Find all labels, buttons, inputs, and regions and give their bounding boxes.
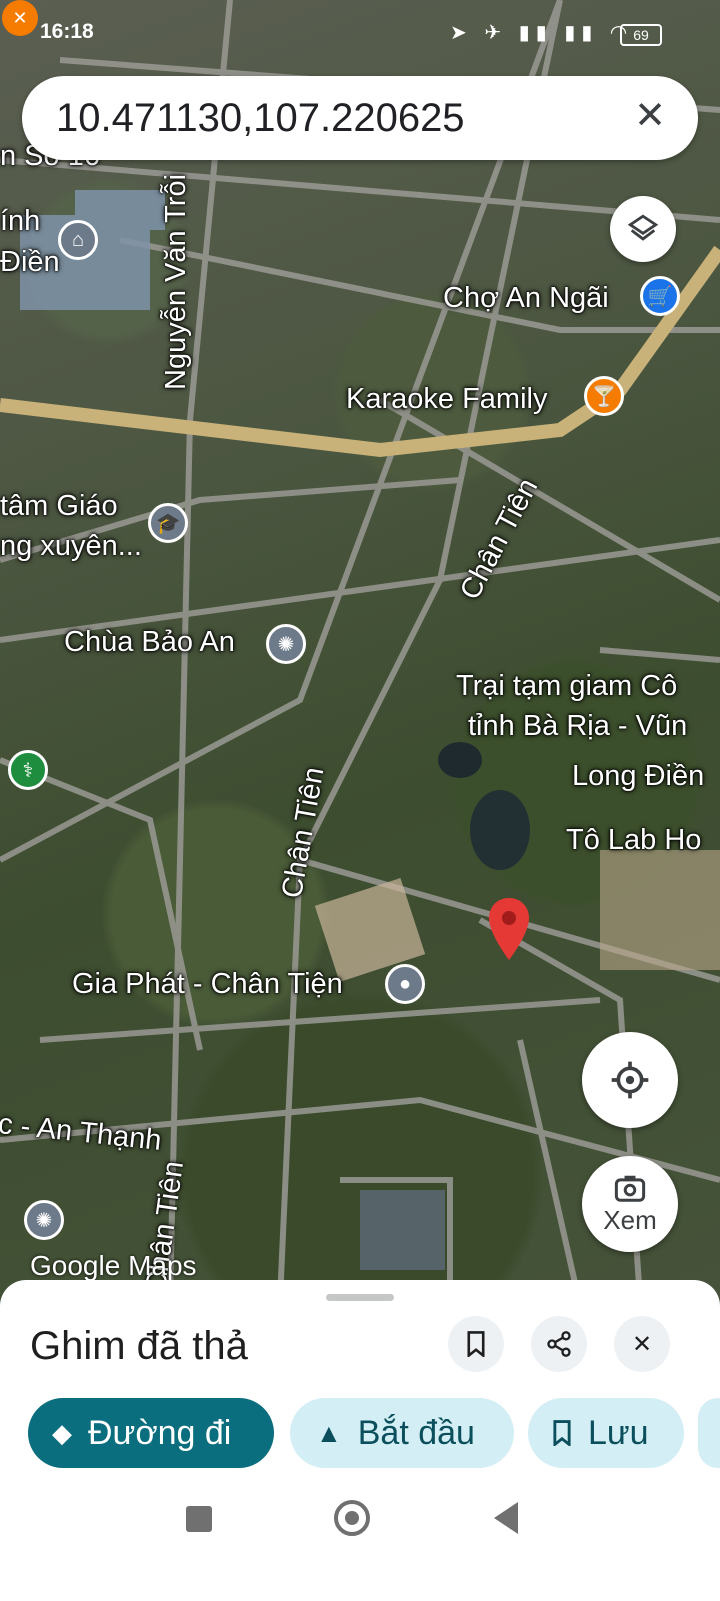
directions-icon: ◆ xyxy=(52,1417,72,1448)
share-icon xyxy=(547,1331,571,1357)
temple-icon[interactable]: ✺ xyxy=(266,624,306,664)
bookmark-button[interactable] xyxy=(448,1316,504,1372)
start-label: Bắt đầu xyxy=(357,1413,475,1452)
restaurant-icon: ✕ xyxy=(2,0,38,36)
map-poi-icon[interactable]: ⚕ xyxy=(8,750,48,790)
map-label-poi[interactable]: Chùa Bảo An xyxy=(64,626,235,659)
map-label-poi[interactable]: tỉnh Bà Rịa - Vũn xyxy=(468,710,687,743)
save-label: Lưu xyxy=(588,1413,649,1452)
directions-button[interactable]: ◆ Đường đi xyxy=(28,1398,274,1468)
camera-icon xyxy=(614,1175,646,1202)
clock: 16:18 xyxy=(40,20,94,43)
map-label-poi[interactable]: tâm Giáo xyxy=(0,490,118,523)
navigation-arrow-icon: ▲ xyxy=(316,1417,342,1448)
graduation-cap-icon[interactable]: 🎓 xyxy=(148,503,188,543)
shopping-cart-icon[interactable]: 🛒 xyxy=(640,276,680,316)
close-sheet-button[interactable]: ✕ xyxy=(614,1316,670,1372)
back-button[interactable] xyxy=(494,1502,518,1534)
layers-icon xyxy=(627,214,659,241)
search-query[interactable]: 10.471130,107.220625 xyxy=(56,96,465,141)
close-icon: ✕ xyxy=(631,1330,653,1358)
map-label-poi[interactable]: Chợ An Ngãi xyxy=(443,282,609,315)
recents-button[interactable] xyxy=(186,1506,212,1532)
cocktail-icon[interactable]: 🍸 xyxy=(584,376,624,416)
map-label-poi[interactable]: Trại tạm giam Cô xyxy=(456,670,677,703)
map-label: Điền xyxy=(0,246,60,278)
share-button[interactable] xyxy=(531,1316,587,1372)
close-icon[interactable]: ✕ xyxy=(626,92,674,140)
view-button[interactable]: Xem xyxy=(582,1156,678,1252)
layers-button[interactable] xyxy=(610,196,676,262)
start-button[interactable]: ▲ Bắt đầu xyxy=(290,1398,514,1468)
my-location-icon xyxy=(611,1061,649,1099)
map-label-poi[interactable]: Gia Phát - Chân Tiện xyxy=(72,968,343,1001)
google-maps-watermark: Google Maps xyxy=(30,1250,197,1281)
home-dot xyxy=(345,1511,359,1525)
battery-indicator: 69 xyxy=(620,24,662,46)
drag-handle[interactable] xyxy=(326,1294,394,1301)
status-bar: ✕ 16:18 ➤ ✈ ▮▮ ▮▮ ◠ 69 xyxy=(0,0,720,68)
save-button[interactable]: Lưu xyxy=(528,1398,684,1468)
map-label-poi[interactable]: Long Điền xyxy=(572,760,704,793)
map-label: ính xyxy=(0,205,41,237)
map-label-poi[interactable]: Karaoke Family xyxy=(346,383,547,416)
home-button[interactable] xyxy=(334,1500,370,1536)
bookmark-icon xyxy=(553,1420,571,1446)
map-label-road: Nguyễn Văn Trỗi xyxy=(160,173,192,390)
location-poi-icon[interactable]: ● xyxy=(385,964,425,1004)
sheet-title: Ghim đã thả xyxy=(30,1324,248,1368)
map-label-poi[interactable]: Tô Lab Ho xyxy=(566,824,701,857)
temple-icon[interactable]: ✺ xyxy=(24,1200,64,1240)
dropped-pin-icon[interactable] xyxy=(487,898,531,962)
search-bar[interactable]: 10.471130,107.220625 ✕ xyxy=(22,76,698,160)
view-label: Xem xyxy=(603,1204,657,1235)
school-poi-icon[interactable]: ⌂ xyxy=(58,220,98,260)
more-actions-chip[interactable] xyxy=(698,1398,720,1468)
map-label-poi[interactable]: ng xuyên... xyxy=(0,530,142,563)
bookmark-icon xyxy=(467,1331,485,1357)
my-location-button[interactable] xyxy=(582,1032,678,1128)
directions-label: Đường đi xyxy=(88,1413,232,1452)
system-nav-bar xyxy=(0,1480,720,1601)
signal-icons: ➤ ✈ ▮▮ ▮▮ ◠ xyxy=(450,22,634,44)
